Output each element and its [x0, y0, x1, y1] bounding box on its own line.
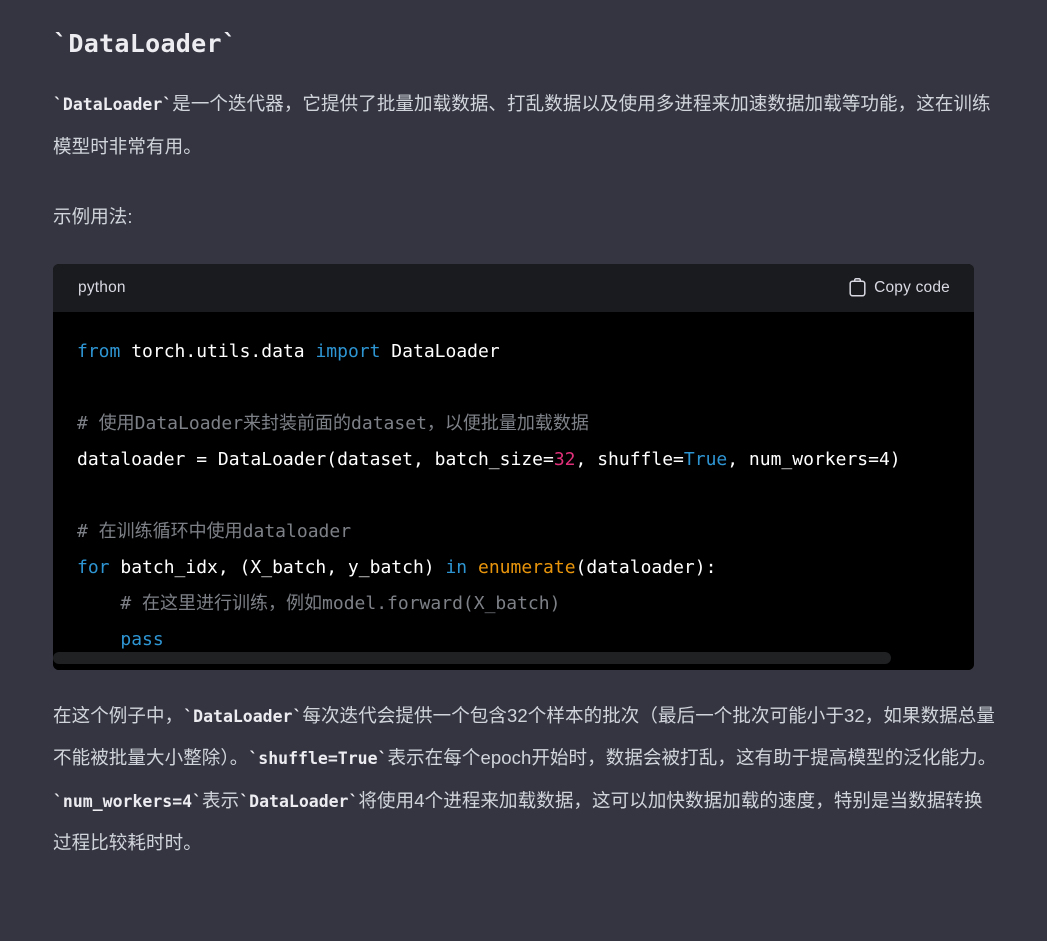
inline-code-dataloader-2: `DataLoader` — [183, 706, 303, 726]
code-language-label: python — [78, 278, 126, 296]
scrollbar-thumb[interactable] — [53, 651, 891, 664]
code-line: for batch_idx, (X_batch, y_batch) in enu… — [77, 550, 974, 586]
answer-content-panel: `DataLoader` `DataLoader`是一个迭代器，它提供了批量加载… — [0, 0, 1047, 941]
code-token: in — [445, 556, 468, 578]
code-token: # 在这里进行训练，例如model.forward(X_batch) — [77, 592, 561, 614]
code-block: python Copy code from torch.utils.data i… — [53, 263, 974, 670]
code-line: dataloader = DataLoader(dataset, batch_s… — [77, 442, 974, 478]
code-line: from torch.utils.data import DataLoader — [77, 334, 974, 370]
clipboard-icon — [849, 278, 866, 297]
inline-code-shuffle: `shuffle=True` — [248, 749, 388, 768]
code-line: # 在这里进行训练，例如model.forward(X_batch) — [77, 586, 974, 622]
code-token: import — [315, 340, 381, 362]
code-token: torch.utils.data — [120, 340, 316, 362]
intro-paragraph: `DataLoader`是一个迭代器，它提供了批量加载数据、打乱数据以及使用多进… — [53, 64, 1007, 167]
code-token: , num_workers=4) — [727, 448, 901, 470]
code-horizontal-scrollbar[interactable] — [53, 651, 974, 664]
code-token: enumerate — [478, 556, 576, 578]
explanation-paragraph: 在这个例子中，`DataLoader`每次迭代会提供一个包含32个样本的批次（最… — [53, 670, 1007, 864]
copy-code-button[interactable]: Copy code — [849, 278, 950, 297]
code-token: batch_idx, (X_batch, y_batch) — [109, 556, 446, 578]
explanation-seg-3: 表示在每个epoch开始时，数据会被打乱，这有助于提高模型的泛化能力。 — [387, 747, 997, 768]
code-token: from — [77, 340, 121, 362]
intro-paragraph-text: 是一个迭代器，它提供了批量加载数据、打乱数据以及使用多进程来加速数据加载等功能，… — [53, 93, 991, 157]
example-usage-label: 示例用法: — [53, 206, 133, 227]
explanation-seg-4: 表示 — [202, 789, 240, 811]
inline-code-dataloader-3: `DataLoader` — [239, 791, 359, 811]
code-line: # 使用DataLoader来封装前面的dataset，以便批量加载数据 — [77, 406, 974, 442]
explanation-seg-1: 在这个例子中， — [53, 704, 184, 726]
code-block-header: python Copy code — [53, 263, 974, 312]
code-token: dataloader = DataLoader(dataset, batch_s… — [77, 448, 554, 470]
code-token: # 使用DataLoader来封装前面的dataset，以便批量加载数据 — [77, 412, 589, 434]
code-scroll-area[interactable]: from torch.utils.data import DataLoader #… — [53, 334, 974, 658]
code-block-body: from torch.utils.data import DataLoader #… — [53, 311, 974, 670]
code-token: for — [77, 556, 110, 578]
code-token: pass — [120, 628, 164, 650]
code-token: DataLoader — [380, 340, 500, 362]
page-title: `DataLoader` — [53, 29, 238, 58]
inline-code-dataloader: `DataLoader` — [53, 95, 173, 114]
code-token: True — [683, 448, 728, 470]
copy-code-label: Copy code — [874, 278, 950, 296]
code-token: (dataloader): — [575, 556, 717, 578]
code-token: # 在训练循环中使用dataloader — [77, 520, 352, 542]
code-token: , shuffle= — [575, 448, 684, 470]
code-line: # 在训练循环中使用dataloader — [77, 514, 974, 550]
code-token: 32 — [553, 448, 576, 470]
inline-code-num-workers: `num_workers=4` — [53, 791, 203, 811]
